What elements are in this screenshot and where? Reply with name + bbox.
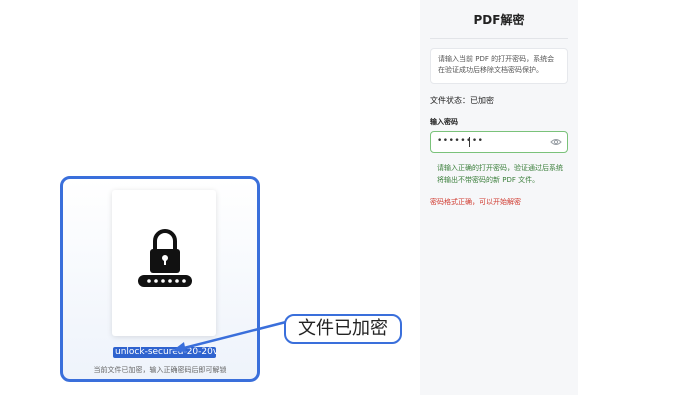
eye-icon[interactable] [550,137,562,147]
info-box: 请输入当前 PDF 的打开密码，系统会在验证成功后移除文档密码保护。 [430,48,568,84]
encrypted-hint-text: 当前文件已加密，输入正确密码后即可解锁 [93,366,227,374]
text-caret [469,137,470,147]
file-preview-card[interactable]: unlock-secured-20-20vl7x4n7.pdf 当前文件已加密，… [60,176,260,382]
file-status: 文件状态：已加密 [430,95,494,106]
password-input[interactable]: •••••••• [430,131,568,153]
divider [430,38,568,39]
lock-icon [138,229,192,287]
file-status-value: 已加密 [470,96,494,105]
password-help-text: 请输入正确的打开密码，验证通过后系统将输出不带密码的新 PDF 文件。 [437,164,563,184]
annotation-callout: 文件已加密 [284,314,402,344]
document-thumbnail [112,190,216,336]
password-value: •••••••• [437,136,484,146]
password-label: 输入密码 [430,118,458,126]
panel-title: PDF解密 [473,13,525,27]
file-status-label: 文件状态： [430,96,470,105]
file-name-label[interactable]: unlock-secured-20-20vl7x4n7.pdf [113,347,216,358]
validation-message: 密码格式正确，可以开始解密 [430,198,521,206]
decrypt-panel: PDF解密 请输入当前 PDF 的打开密码，系统会在验证成功后移除文档密码保护。… [420,0,578,395]
